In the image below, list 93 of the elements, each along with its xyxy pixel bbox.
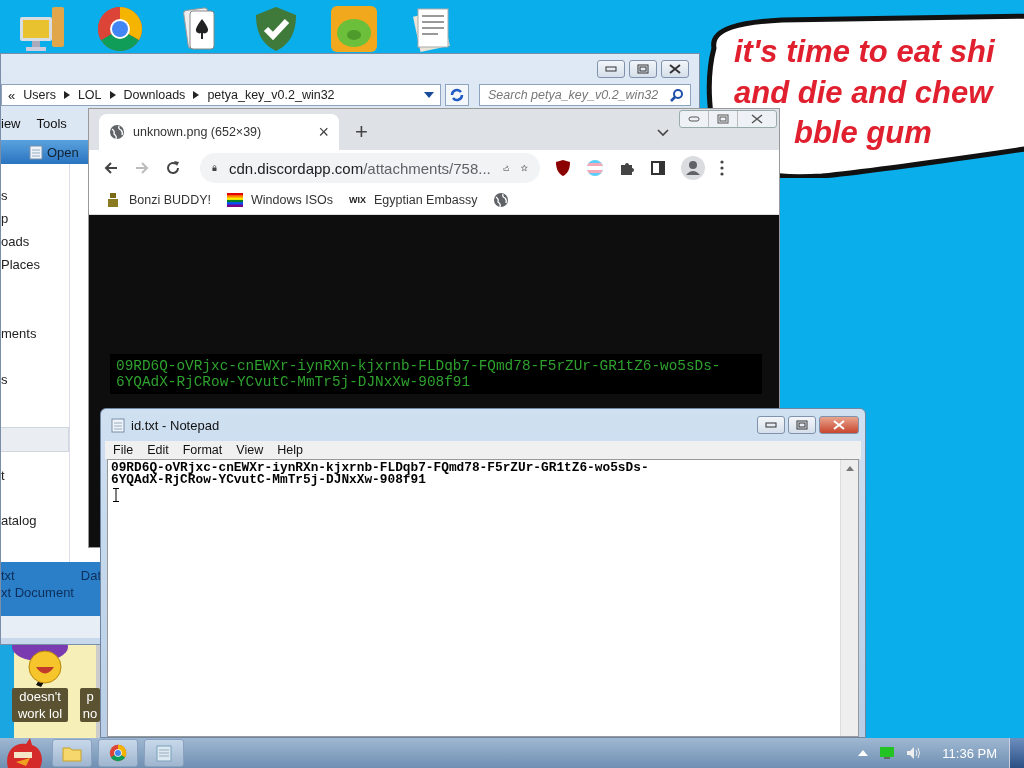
speech-bubble-text: and die and chew [734, 75, 993, 111]
refresh-icon [449, 87, 465, 103]
breadcrumb-item[interactable]: petya_key_v0.2_win32 [207, 88, 335, 102]
avatar-icon[interactable] [681, 156, 705, 180]
open-button[interactable]: Open [25, 144, 83, 160]
speaker-icon[interactable] [906, 746, 923, 760]
logo-icon: WIX [348, 195, 366, 205]
minimize-button[interactable] [757, 416, 785, 434]
chrome-icon[interactable] [96, 5, 144, 53]
nav-item[interactable]: ments [1, 322, 69, 345]
network-icon[interactable] [880, 747, 895, 759]
text-cursor-icon [113, 488, 119, 502]
breadcrumb-item[interactable]: Downloads [123, 88, 186, 102]
file-type: xt Document [1, 585, 75, 600]
shield-icon[interactable] [555, 159, 571, 177]
menu-icon[interactable] [720, 160, 724, 176]
chevron-icon[interactable] [63, 91, 70, 99]
key-text: 6YQAdX-RjCRow-YCvutC-MmTr5j-DJNxXw-908f91 [116, 374, 472, 390]
search-field[interactable]: Search petya_key_v0.2_win32 [479, 84, 691, 106]
nav-item[interactable]: t [1, 464, 69, 487]
show-desktop-button[interactable] [1009, 738, 1024, 768]
dropdown-icon[interactable] [424, 92, 434, 98]
side-panel-icon[interactable] [650, 160, 666, 176]
globe-icon [109, 124, 125, 140]
nav-item[interactable]: s [1, 368, 69, 391]
menu-item[interactable]: Tools [36, 116, 67, 131]
maximize-button[interactable] [788, 416, 816, 434]
menu-item[interactable]: View [236, 443, 264, 457]
tab-title: unknown.png (652×39) [133, 125, 263, 139]
breadcrumb-overflow[interactable]: « [8, 87, 16, 103]
globe-icon [493, 192, 510, 208]
menu-item[interactable]: iew [1, 116, 21, 131]
url-text: cdn.discordapp.com/attachments/758... [228, 159, 491, 177]
speech-bubble-text: bble gum [794, 115, 932, 151]
window-title: id.txt - Notepad [131, 417, 220, 433]
desktop-icon-label[interactable]: p no [80, 688, 100, 722]
breadcrumb-item[interactable]: Users [23, 88, 56, 102]
maximize-icon [717, 114, 729, 124]
notepad-icon [29, 144, 43, 160]
minimize-icon [605, 65, 617, 72]
scrollbar[interactable] [840, 460, 858, 736]
rainbow-flag-icon [227, 193, 243, 207]
refresh-button[interactable] [445, 84, 469, 106]
menu-item[interactable]: Format [182, 443, 223, 457]
address-bar[interactable]: cdn.discordapp.com/attachments/758... [200, 153, 540, 183]
bookmark[interactable] [493, 192, 510, 208]
close-icon [833, 420, 845, 430]
reload-icon[interactable] [165, 160, 181, 176]
nav-item[interactable]: oads [1, 230, 69, 253]
minimize-icon [688, 116, 700, 122]
breadcrumb-item[interactable]: LOL [77, 88, 102, 102]
notepad-icon [156, 744, 172, 762]
folder-icon [62, 744, 82, 762]
chrome-icon [109, 744, 127, 762]
menu-item[interactable]: Help [277, 443, 303, 457]
speech-bubble-text: it's time to eat shi [734, 34, 995, 70]
figure-icon [105, 192, 121, 208]
maximize-icon [796, 420, 808, 430]
minimize-icon [765, 422, 777, 428]
menu-item[interactable]: Edit [147, 443, 169, 457]
smiley-icon[interactable] [28, 650, 62, 684]
bookmark[interactable]: Bonzi BUDDY! [105, 192, 211, 208]
menu-item[interactable]: File [113, 443, 134, 457]
browser-tab[interactable]: unknown.png (652×39) × [99, 114, 339, 150]
taskbar-button[interactable] [98, 739, 138, 767]
notepad-icon [111, 417, 125, 433]
taskbar-button[interactable] [144, 739, 184, 767]
chevron-icon[interactable] [193, 91, 200, 99]
minimize-button[interactable] [597, 59, 625, 78]
close-icon [751, 114, 763, 124]
nav-item[interactable]: Places [1, 253, 69, 276]
show-hidden-icon[interactable] [858, 750, 869, 756]
key-text: 09RD6Q-oVRjxc-cnEWXr-iynRXn-kjxrnb-FLDqb7-FQmd78-F5rZUr-GR1tZ6-wo5sDs- [116, 358, 722, 374]
nav-item[interactable]: atalog [1, 509, 69, 532]
search-icon [670, 88, 684, 102]
new-tab-button[interactable]: + [355, 120, 368, 144]
address-bar[interactable]: « Users LOL Downloads petya_key_v0.2_win32 [1, 84, 441, 106]
puzzle-icon[interactable] [619, 160, 635, 176]
close-icon [669, 63, 681, 74]
tab-close-button[interactable]: × [318, 121, 329, 143]
maximize-icon [637, 63, 649, 74]
back-icon[interactable] [103, 160, 119, 176]
bookmark[interactable]: WIX Egyptian Embassy [348, 193, 478, 207]
up-arrow-icon[interactable] [845, 466, 854, 471]
close-button[interactable] [661, 59, 689, 78]
bookmark[interactable]: Windows ISOs [227, 193, 333, 207]
desktop-icon-label[interactable]: doesn't work lol [12, 688, 68, 722]
chevron-icon[interactable] [109, 91, 116, 99]
chevron-down-icon[interactable] [657, 129, 669, 137]
file-name: txt [1, 568, 15, 583]
nav-item[interactable]: s [1, 184, 69, 207]
nav-item[interactable]: p [1, 207, 69, 230]
file-date: Dat [80, 568, 101, 583]
